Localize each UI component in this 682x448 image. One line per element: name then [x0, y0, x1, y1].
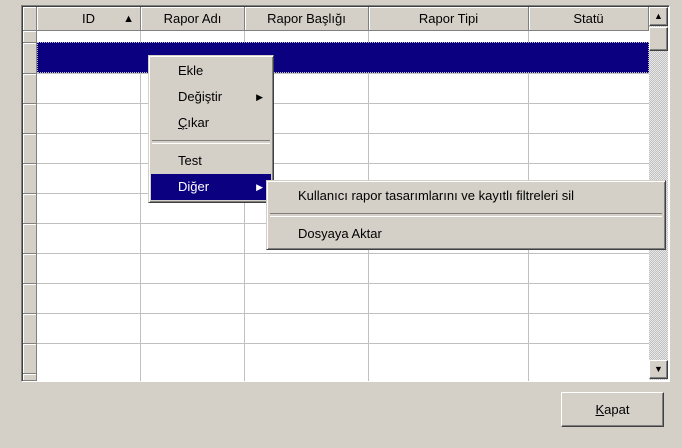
submenu-arrow-icon: ▶ — [256, 92, 263, 102]
menu-item-label: Kullanıcı rapor tasarımlarını ve kayıtlı… — [298, 188, 574, 203]
row-indicator[interactable] — [23, 374, 37, 381]
grid-row-divider — [37, 343, 649, 344]
row-indicator[interactable] — [23, 31, 37, 43]
menu-item-diger[interactable]: Diğer ▶ — [151, 174, 271, 200]
menu-separator — [152, 140, 270, 144]
menu-item-label: Ekle — [178, 63, 204, 78]
row-indicator[interactable] — [23, 164, 37, 194]
row-indicator[interactable] — [23, 284, 37, 314]
scroll-down-arrow-icon: ▼ — [654, 364, 663, 374]
scroll-up-arrow-icon: ▲ — [654, 11, 663, 21]
grid-row-divider — [37, 253, 649, 254]
menu-item-label: Diğer — [178, 179, 210, 194]
column-header-id-label: ID — [82, 11, 95, 26]
row-indicator[interactable] — [23, 344, 37, 374]
close-button-label-rest: apat — [604, 402, 630, 417]
menu-item-mnemonic: Ç — [178, 115, 188, 130]
grid-row-divider — [37, 163, 649, 164]
column-header-rapor-basligi[interactable]: Rapor Başlığı — [245, 7, 369, 31]
menu-item-degistir[interactable]: Değiştir ▶ — [151, 84, 271, 110]
row-indicator[interactable] — [23, 74, 37, 104]
column-header-label: Rapor Başlığı — [267, 11, 346, 26]
scroll-down-button[interactable]: ▼ — [649, 360, 668, 379]
grid-column-divider — [140, 31, 141, 381]
selected-table-row[interactable] — [37, 42, 649, 73]
grid-row-divider — [37, 133, 649, 134]
column-header-label: Statü — [573, 11, 604, 26]
menu-item-label: Test — [178, 153, 202, 168]
column-header-label: Rapor Adı — [163, 11, 222, 26]
submenu-arrow-icon: ▶ — [256, 182, 263, 192]
column-header-id[interactable]: ID ▲ — [37, 7, 141, 31]
row-indicator[interactable] — [23, 43, 37, 74]
column-header-rapor-tipi[interactable]: Rapor Tipi — [369, 7, 529, 31]
menu-item-delete-user-designs[interactable]: Kullanıcı rapor tasarımlarını ve kayıtlı… — [269, 183, 663, 209]
menu-item-test[interactable]: Test — [151, 148, 271, 174]
sort-ascending-icon: ▲ — [123, 13, 134, 25]
close-button[interactable]: Kapat — [561, 392, 664, 427]
scroll-up-button[interactable]: ▲ — [649, 7, 668, 26]
row-indicator[interactable] — [23, 134, 37, 164]
row-indicator[interactable] — [23, 194, 37, 224]
column-header-statu[interactable]: Statü — [529, 7, 649, 31]
grid-row-divider — [37, 73, 649, 74]
row-indicator[interactable] — [23, 314, 37, 344]
menu-separator — [270, 213, 662, 217]
menu-item-label: Değiştir — [178, 89, 223, 104]
context-menu: Ekle Değiştir ▶ Çıkar Test Diğer ▶ — [148, 55, 274, 203]
column-header-rapor-adi[interactable]: Rapor Adı — [141, 7, 245, 31]
row-indicator[interactable] — [23, 254, 37, 284]
row-indicator-header — [23, 7, 37, 31]
submenu-diger: Kullanıcı rapor tasarımlarını ve kayıtlı… — [266, 180, 666, 250]
row-indicator[interactable] — [23, 104, 37, 134]
grid-row-divider — [37, 283, 649, 284]
menu-item-ekle[interactable]: Ekle — [151, 58, 271, 84]
menu-item-label: Dosyaya Aktar — [298, 226, 382, 241]
row-indicator[interactable] — [23, 224, 37, 254]
menu-item-export-to-file[interactable]: Dosyaya Aktar — [269, 221, 663, 247]
grid-row-divider — [37, 313, 649, 314]
close-button-mnemonic: K — [595, 402, 605, 417]
menu-item-label-rest: ıkar — [187, 115, 210, 130]
scrollbar-thumb[interactable] — [649, 27, 668, 51]
grid-row-divider — [37, 103, 649, 104]
menu-item-cikar[interactable]: Çıkar — [151, 110, 271, 136]
column-header-label: Rapor Tipi — [418, 11, 479, 26]
